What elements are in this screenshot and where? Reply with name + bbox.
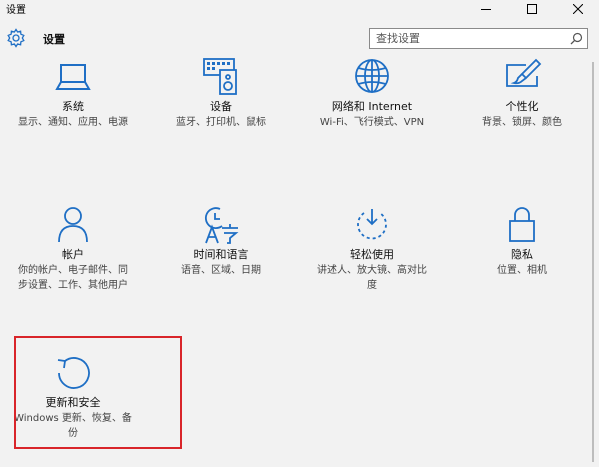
window-title: 设置 — [6, 5, 26, 16]
tile-label: 帐户 — [62, 248, 84, 261]
tile-description: 背景、锁屏、颜色 — [482, 117, 562, 128]
tile-network[interactable]: 网络和 Internet Wi-Fi、飞行模式、VPN — [307, 56, 437, 176]
tile-description: 位置、相机 — [497, 265, 547, 276]
minimize-button[interactable] — [463, 0, 509, 17]
page-title: 设置 — [43, 33, 65, 46]
close-icon — [573, 3, 583, 14]
tile-description: 你的帐户、电子邮件、同步设置、工作、其他用户 — [18, 265, 128, 291]
globe-icon — [355, 59, 389, 93]
tile-label: 网络和 Internet — [331, 100, 413, 113]
tile-description: 显示、通知、应用、电源 — [18, 117, 128, 128]
tile-description: 讲述人、放大镜、高对比度 — [317, 265, 427, 291]
lock-icon — [509, 207, 535, 242]
tile-privacy[interactable]: 隐私 位置、相机 — [457, 204, 587, 324]
scrollbar[interactable] — [592, 62, 594, 462]
tile-personalization[interactable]: 个性化 背景、锁屏、颜色 — [457, 56, 587, 176]
tile-description: 蓝牙、打印机、鼠标 — [176, 117, 266, 128]
maximize-button[interactable] — [509, 0, 555, 17]
laptop-icon — [55, 64, 91, 90]
tile-description: Wi-Fi、飞行模式、VPN — [319, 117, 425, 128]
search-input[interactable] — [370, 29, 566, 48]
minimize-icon — [481, 8, 491, 10]
gear-icon — [7, 28, 25, 48]
paint-brush-icon — [506, 58, 542, 87]
ease-of-access-icon — [357, 209, 387, 240]
settings-header: 设置 — [0, 22, 599, 56]
keyboard-speaker-icon — [203, 58, 237, 95]
time-language-icon — [204, 207, 239, 244]
maximize-icon — [527, 3, 537, 14]
search-icon[interactable] — [570, 32, 583, 45]
tile-accounts[interactable]: 帐户 你的帐户、电子邮件、同步设置、工作、其他用户 — [8, 204, 138, 324]
tile-devices[interactable]: 设备 蓝牙、打印机、鼠标 — [156, 56, 286, 176]
person-icon — [58, 207, 88, 243]
tile-ease-of-access[interactable]: 轻松使用 讲述人、放大镜、高对比度 — [307, 204, 437, 324]
tile-label: 系统 — [62, 100, 84, 113]
tile-label: 设备 — [210, 100, 232, 113]
highlight-box — [14, 336, 182, 449]
tile-label: 时间和语言 — [193, 248, 249, 261]
tile-label: 隐私 — [511, 248, 533, 261]
title-bar: 设置 — [0, 0, 599, 17]
tile-description: 语音、区域、日期 — [181, 265, 261, 276]
search-box[interactable] — [369, 28, 588, 49]
close-button[interactable] — [555, 0, 599, 17]
tile-label: 个性化 — [505, 100, 539, 113]
tile-label: 轻松使用 — [350, 248, 394, 261]
tile-system[interactable]: 系统 显示、通知、应用、电源 — [8, 56, 138, 176]
tile-time-language[interactable]: 时间和语言 语音、区域、日期 — [156, 204, 286, 324]
